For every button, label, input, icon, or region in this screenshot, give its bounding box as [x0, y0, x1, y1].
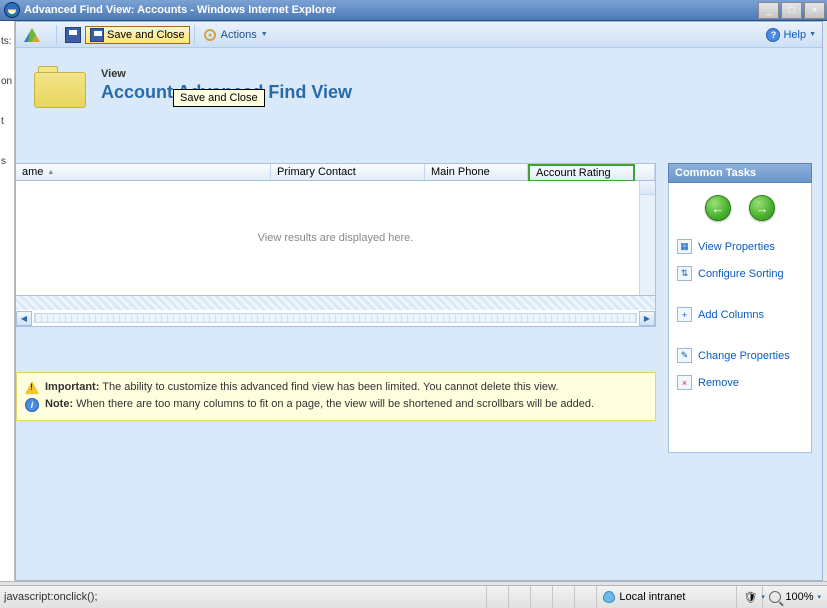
info-icon: i [25, 398, 39, 412]
close-button[interactable]: × [804, 2, 825, 19]
toolbar: Save and Close Actions ▼ ? Help ▼ [16, 22, 822, 48]
panel-body: ← → ▦ View Properties ⇅ Configure Sortin… [668, 183, 812, 453]
header-small-label: View [101, 68, 812, 80]
task-configure-sorting[interactable]: ⇅ Configure Sorting [675, 260, 805, 287]
scroll-right-button[interactable]: ▶ [639, 311, 655, 326]
status-segment [487, 586, 509, 608]
statusbar: javascript:onclick(); Local intranet 🛡 ▾… [0, 585, 827, 608]
empty-grid-message: View results are displayed here. [258, 232, 414, 244]
status-segment [575, 586, 597, 608]
actions-label: Actions [221, 29, 257, 41]
dialog-body: Save and Close Actions ▼ ? Help ▼ Save a… [15, 21, 823, 581]
toolbar-separator [56, 25, 57, 45]
info-box: Important: The ability to customize this… [16, 372, 656, 421]
chevron-down-icon: ▼ [809, 31, 816, 38]
task-change-properties[interactable]: ✎ Change Properties [675, 342, 805, 369]
nav-forward-button[interactable]: → [749, 195, 775, 221]
actions-menu-button[interactable]: Actions ▼ [199, 26, 272, 44]
window-title: Advanced Find View: Accounts - Windows I… [24, 4, 756, 16]
grid-footer: ◀ ▶ [16, 310, 656, 327]
help-button[interactable]: ? Help ▼ [766, 28, 816, 42]
task-remove[interactable]: × Remove [675, 369, 805, 396]
chevron-down-icon: ▾ [817, 593, 821, 601]
maximize-button[interactable]: □ [781, 2, 802, 19]
column-header-name[interactable]: ame [16, 164, 271, 180]
gear-icon [203, 28, 217, 42]
minimize-button[interactable]: _ [758, 2, 779, 19]
save-close-label: Save and Close [107, 29, 185, 41]
column-ruler[interactable] [34, 313, 637, 323]
tooltip: Save and Close [173, 89, 265, 107]
zoom-icon [769, 591, 781, 603]
titlebar: Advanced Find View: Accounts - Windows I… [0, 0, 827, 21]
panel-title: Common Tasks [668, 163, 812, 183]
grid-body: View results are displayed here. [16, 181, 656, 296]
remove-icon: × [677, 375, 692, 390]
change-properties-icon: ✎ [677, 348, 692, 363]
chevron-down-icon: ▼ [261, 31, 268, 38]
results-grid: ame Primary Contact Main Phone Account R… [16, 163, 656, 547]
column-header-account-rating[interactable]: Account Rating [528, 164, 635, 182]
background-window-sliver: ts:onts [0, 21, 15, 581]
page-header: View Account Advanced Find View [16, 48, 822, 163]
save-and-close-button[interactable]: Save and Close [85, 26, 190, 44]
zoom-control[interactable]: 100% ▾ [763, 591, 827, 603]
dialog-right-scrollbar[interactable] [823, 21, 827, 581]
window-controls: _ □ × [756, 2, 825, 19]
zone-icon [603, 591, 615, 603]
column-header-spacer [635, 164, 655, 180]
help-icon: ? [766, 28, 780, 42]
scroll-left-button[interactable]: ◀ [16, 311, 32, 326]
warning-icon [25, 381, 39, 394]
shield-icon: 🛡 [743, 591, 757, 604]
grid-header: ame Primary Contact Main Phone Account R… [16, 163, 656, 181]
status-segment [509, 586, 531, 608]
status-address: javascript:onclick(); [0, 586, 487, 608]
grid-hatch-row [16, 296, 656, 310]
note-text: Note: When there are too many columns to… [45, 398, 594, 410]
save-close-icon [90, 28, 104, 42]
common-tasks-panel: Common Tasks ← → ▦ View Properties ⇅ Con… [668, 163, 812, 547]
column-header-primary-contact[interactable]: Primary Contact [271, 164, 425, 180]
nav-back-button[interactable]: ← [705, 195, 731, 221]
crm-logo-icon [22, 25, 42, 45]
important-text: Important: The ability to customize this… [45, 381, 558, 393]
status-segment [553, 586, 575, 608]
task-add-columns[interactable]: + Add Columns [675, 301, 805, 328]
view-properties-icon: ▦ [677, 239, 692, 254]
status-segment [531, 586, 553, 608]
status-security-zone[interactable]: Local intranet [597, 586, 737, 608]
configure-sorting-icon: ⇅ [677, 266, 692, 281]
view-folder-icon [34, 66, 86, 108]
ie-icon [4, 2, 20, 18]
save-icon [65, 27, 81, 43]
status-protected-mode[interactable]: 🛡 ▾ [737, 586, 763, 608]
statusbar-zone: javascript:onclick(); Local intranet 🛡 ▾… [0, 581, 827, 608]
vertical-scrollbar[interactable] [639, 181, 655, 295]
column-header-main-phone[interactable]: Main Phone [425, 164, 528, 180]
save-button[interactable] [61, 25, 85, 45]
task-view-properties[interactable]: ▦ View Properties [675, 233, 805, 260]
add-columns-icon: + [677, 307, 692, 322]
toolbar-separator [194, 25, 195, 45]
help-label: Help [783, 29, 806, 41]
